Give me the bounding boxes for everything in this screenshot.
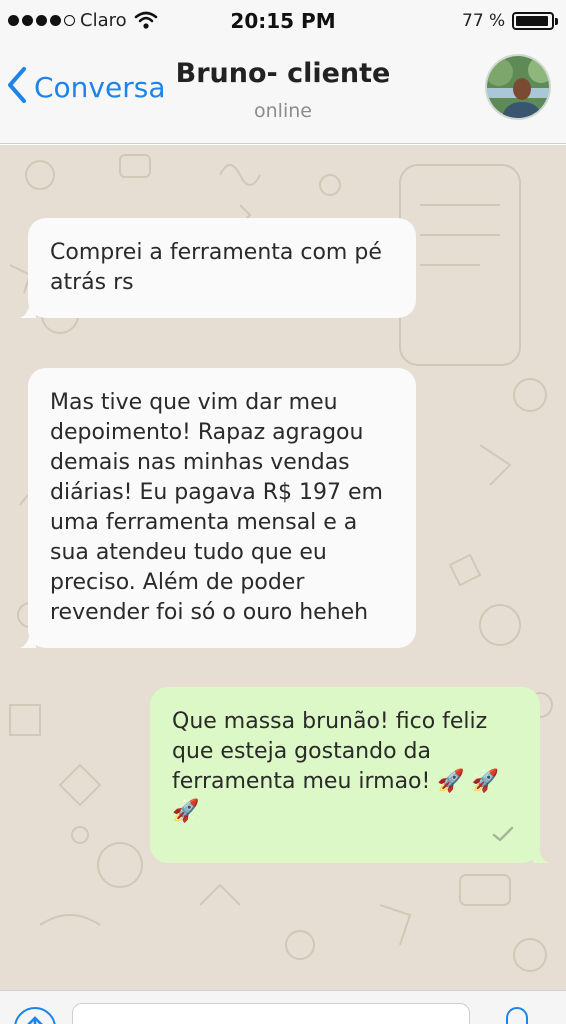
chat-header: Conversa Bruno- cliente online — [0, 44, 566, 144]
contact-name[interactable]: Bruno- cliente — [0, 58, 566, 89]
contact-status: online — [254, 100, 312, 122]
contact-avatar[interactable] — [485, 54, 551, 120]
message-bubble-incoming[interactable]: Comprei a ferramenta com pé atrás rs — [20, 218, 416, 318]
message-input[interactable] — [72, 1003, 470, 1024]
battery-percentage: 77 % — [462, 11, 506, 31]
battery-icon — [512, 12, 558, 30]
status-bar: Claro 20:15 PM 77 % — [0, 0, 566, 44]
message-text: Mas tive que vim dar meu depoimento! Rap… — [50, 390, 383, 625]
message-text: Que massa brunão! fico feliz que esteja … — [172, 709, 500, 824]
message-text: Comprei a ferramenta com pé atrás rs — [50, 240, 382, 295]
check-icon — [492, 821, 514, 851]
chat-area[interactable]: Comprei a ferramenta com pé atrás rs Mas… — [0, 145, 566, 990]
message-bubble-incoming[interactable]: Mas tive que vim dar meu depoimento! Rap… — [20, 368, 416, 648]
message-bubble-outgoing[interactable]: Que massa brunão! fico feliz que esteja … — [150, 687, 549, 863]
upload-icon[interactable] — [14, 1007, 56, 1024]
microphone-icon[interactable] — [506, 1007, 528, 1024]
message-input-bar — [0, 990, 566, 1024]
